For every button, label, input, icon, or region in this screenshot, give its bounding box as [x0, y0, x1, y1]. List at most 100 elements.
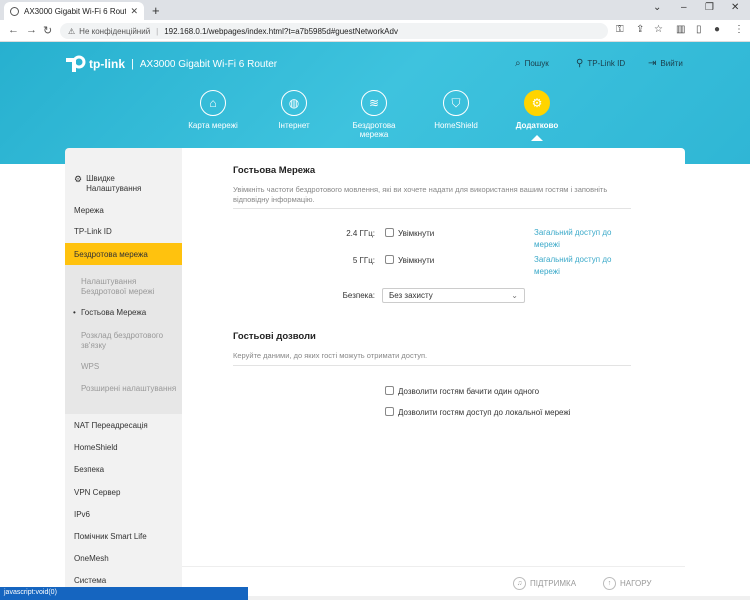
tplink-id-button[interactable]: ⚲ TP-Link ID	[576, 58, 625, 69]
sidebar-item-nat[interactable]: NAT Переадресація	[65, 421, 182, 430]
chevron-down-icon: ⌄	[511, 291, 518, 300]
router-model: AX3000 Gigabit Wi-Fi 6 Router	[139, 58, 278, 70]
content-panel: Гостьова Мережа Увімкніть частоти бездро…	[182, 148, 685, 600]
reload-icon[interactable]: ↻	[43, 24, 52, 37]
nav-network-map[interactable]: ⌂ Карта мережі	[178, 90, 248, 130]
support-label: ПІДТРИМКА	[530, 579, 577, 588]
forward-icon[interactable]: →	[26, 24, 37, 36]
restore-icon[interactable]: ❐	[705, 2, 714, 13]
reading-list-icon[interactable]: ▥	[676, 24, 685, 35]
security-select[interactable]: Без захисту ⌄	[382, 288, 525, 303]
quick-setup-icon: ⚙	[74, 174, 83, 184]
sidebar-item-network[interactable]: Мережа	[65, 206, 182, 215]
band-24-enable-checkbox[interactable]	[385, 228, 394, 237]
see-each-other-checkbox[interactable]	[385, 386, 394, 395]
nav-label: Додатково	[515, 121, 559, 130]
url-text: 192.168.0.1/webpages/index.html?t=a7b598…	[164, 26, 398, 36]
key-icon[interactable]: ⚿	[616, 24, 624, 35]
browser-tab[interactable]: AX3000 Gigabit Wi-Fi 6 Router ✕	[4, 2, 144, 20]
logout-icon: ⇥	[648, 58, 657, 69]
subitem-wireless-schedule[interactable]: Розклад бездротового зв'язку	[81, 331, 181, 351]
sidebar-item-ipv6[interactable]: IPv6	[65, 510, 182, 519]
band-24-label: 2.4 ГГц:	[346, 229, 375, 238]
router-header: tp-link | AX3000 Gigabit Wi-Fi 6 Router …	[0, 42, 750, 164]
local-access-label: Дозволити гостям доступ до локальної мер…	[398, 408, 571, 417]
sidebar-item-onemesh[interactable]: OneMesh	[65, 554, 182, 563]
logout-button[interactable]: ⇥ Вийти	[648, 58, 683, 69]
see-each-other-label: Дозволити гостям бачити один одного	[398, 387, 540, 396]
share-icon[interactable]: ⇪	[636, 24, 644, 35]
close-tab-icon[interactable]: ✕	[130, 6, 138, 17]
sidebar-item-label: Швидке Налаштування	[86, 174, 142, 193]
active-nav-pointer	[531, 135, 543, 141]
wifi-icon: ≋	[361, 90, 387, 116]
logout-label: Вийти	[660, 59, 683, 68]
nav-homeshield[interactable]: ⛉ HomeShield	[421, 90, 491, 130]
back-icon[interactable]: ←	[8, 24, 19, 36]
local-access-checkbox[interactable]	[385, 407, 394, 416]
warning-icon: ⚠	[68, 26, 76, 36]
close-window-icon[interactable]: ✕	[731, 2, 739, 13]
nav-label: Бездротова мережа	[352, 121, 396, 139]
brand-separator: |	[131, 58, 134, 70]
security-value: Без захисту	[389, 291, 433, 300]
sidebar-item-system[interactable]: Система	[65, 576, 182, 585]
sidebar-item-tplink-id[interactable]: TP-Link ID	[65, 227, 182, 236]
globe-icon: ◍	[281, 90, 307, 116]
sidebar-item-vpn[interactable]: VPN Сервер	[65, 488, 182, 497]
nav-label: Карта мережі	[188, 121, 238, 130]
address-bar-row: ← → ↻ ⚠ Не конфіденційний | 192.168.0.1/…	[0, 20, 750, 42]
tplink-id-icon: ⚲	[576, 58, 584, 69]
globe-icon	[10, 6, 19, 16]
security-label: Безпека:	[342, 291, 375, 300]
shield-home-icon: ⛉	[443, 90, 469, 116]
minimize-icon[interactable]: –	[681, 2, 687, 13]
new-tab-button[interactable]: +	[152, 3, 160, 18]
subitem-wps[interactable]: WPS	[81, 362, 181, 372]
subitem-wireless-settings[interactable]: Налаштування Бездротової мережі	[81, 277, 181, 297]
chevron-down-icon[interactable]: ⌄	[653, 2, 661, 13]
url-separator: |	[156, 26, 159, 36]
sidebar-item-quick-setup[interactable]: ⚙ Швидке Налаштування	[65, 174, 182, 194]
guest-network-description: Увімкніть частоти бездротового мовлення,…	[233, 185, 608, 204]
section-divider	[233, 365, 631, 366]
guest-network-title: Гостьова Мережа	[233, 165, 316, 176]
nav-internet[interactable]: ◍ Інтернет	[259, 90, 329, 130]
nav-wireless[interactable]: ≋ Бездротова мережа	[339, 90, 409, 139]
band-5-enable-label: Увімкнути	[398, 256, 435, 265]
sidebar-item-wireless[interactable]: Бездротова мережа	[65, 243, 182, 265]
wireless-submenu: Налаштування Бездротової мережі Гостьова…	[65, 265, 182, 414]
bottom-strip	[248, 596, 750, 600]
sidebar-item-security[interactable]: Безпека	[65, 465, 182, 474]
subitem-advanced-settings[interactable]: Розширені налаштування	[81, 384, 181, 394]
sidebar: ⚙ Швидке Налаштування Мережа TP-Link ID …	[65, 148, 182, 600]
support-button[interactable]: ♫ ПІДТРИМКА	[513, 577, 576, 590]
headset-icon: ♫	[513, 577, 526, 590]
tplink-logo-icon	[64, 54, 86, 74]
tplink-logo[interactable]: tp-link | AX3000 Gigabit Wi-Fi 6 Router	[64, 54, 277, 74]
gear-icon: ⚙	[524, 90, 550, 116]
band-5-share-link[interactable]: Загальний доступ до мережі	[534, 254, 624, 278]
nav-label: HomeShield	[434, 121, 478, 130]
sidebar-item-smart-life[interactable]: Помічник Smart Life	[65, 532, 182, 541]
tab-title: AX3000 Gigabit Wi-Fi 6 Router	[24, 6, 127, 16]
tplink-id-label: TP-Link ID	[587, 59, 626, 68]
star-icon[interactable]: ☆	[654, 24, 663, 35]
band-5-enable-checkbox[interactable]	[385, 255, 394, 264]
band-24-share-link[interactable]: Загальний доступ до мережі	[534, 227, 624, 251]
back-to-top-button[interactable]: ↑ НАГОРУ	[603, 577, 651, 590]
url-input[interactable]: ⚠ Не конфіденційний | 192.168.0.1/webpag…	[60, 23, 608, 39]
content-footer: ♫ ПІДТРИМКА ↑ НАГОРУ	[182, 566, 685, 600]
subitem-guest-network[interactable]: Гостьова Мережа	[73, 308, 181, 318]
arrow-up-icon: ↑	[603, 577, 616, 590]
section-divider	[233, 208, 631, 209]
search-button[interactable]: ⌕ Пошук	[515, 58, 549, 69]
nav-advanced[interactable]: ⚙ Додатково	[502, 90, 572, 130]
guest-permissions-title: Гостьові дозволи	[233, 331, 316, 342]
sidebar-item-homeshield[interactable]: HomeShield	[65, 443, 182, 452]
top-label: НАГОРУ	[620, 579, 652, 588]
brand-name: tp-link	[89, 57, 125, 71]
profile-icon[interactable]: ●	[714, 24, 720, 35]
menu-icon[interactable]: ⋮	[734, 24, 744, 35]
sidebar-icon[interactable]: ▯	[696, 24, 702, 35]
